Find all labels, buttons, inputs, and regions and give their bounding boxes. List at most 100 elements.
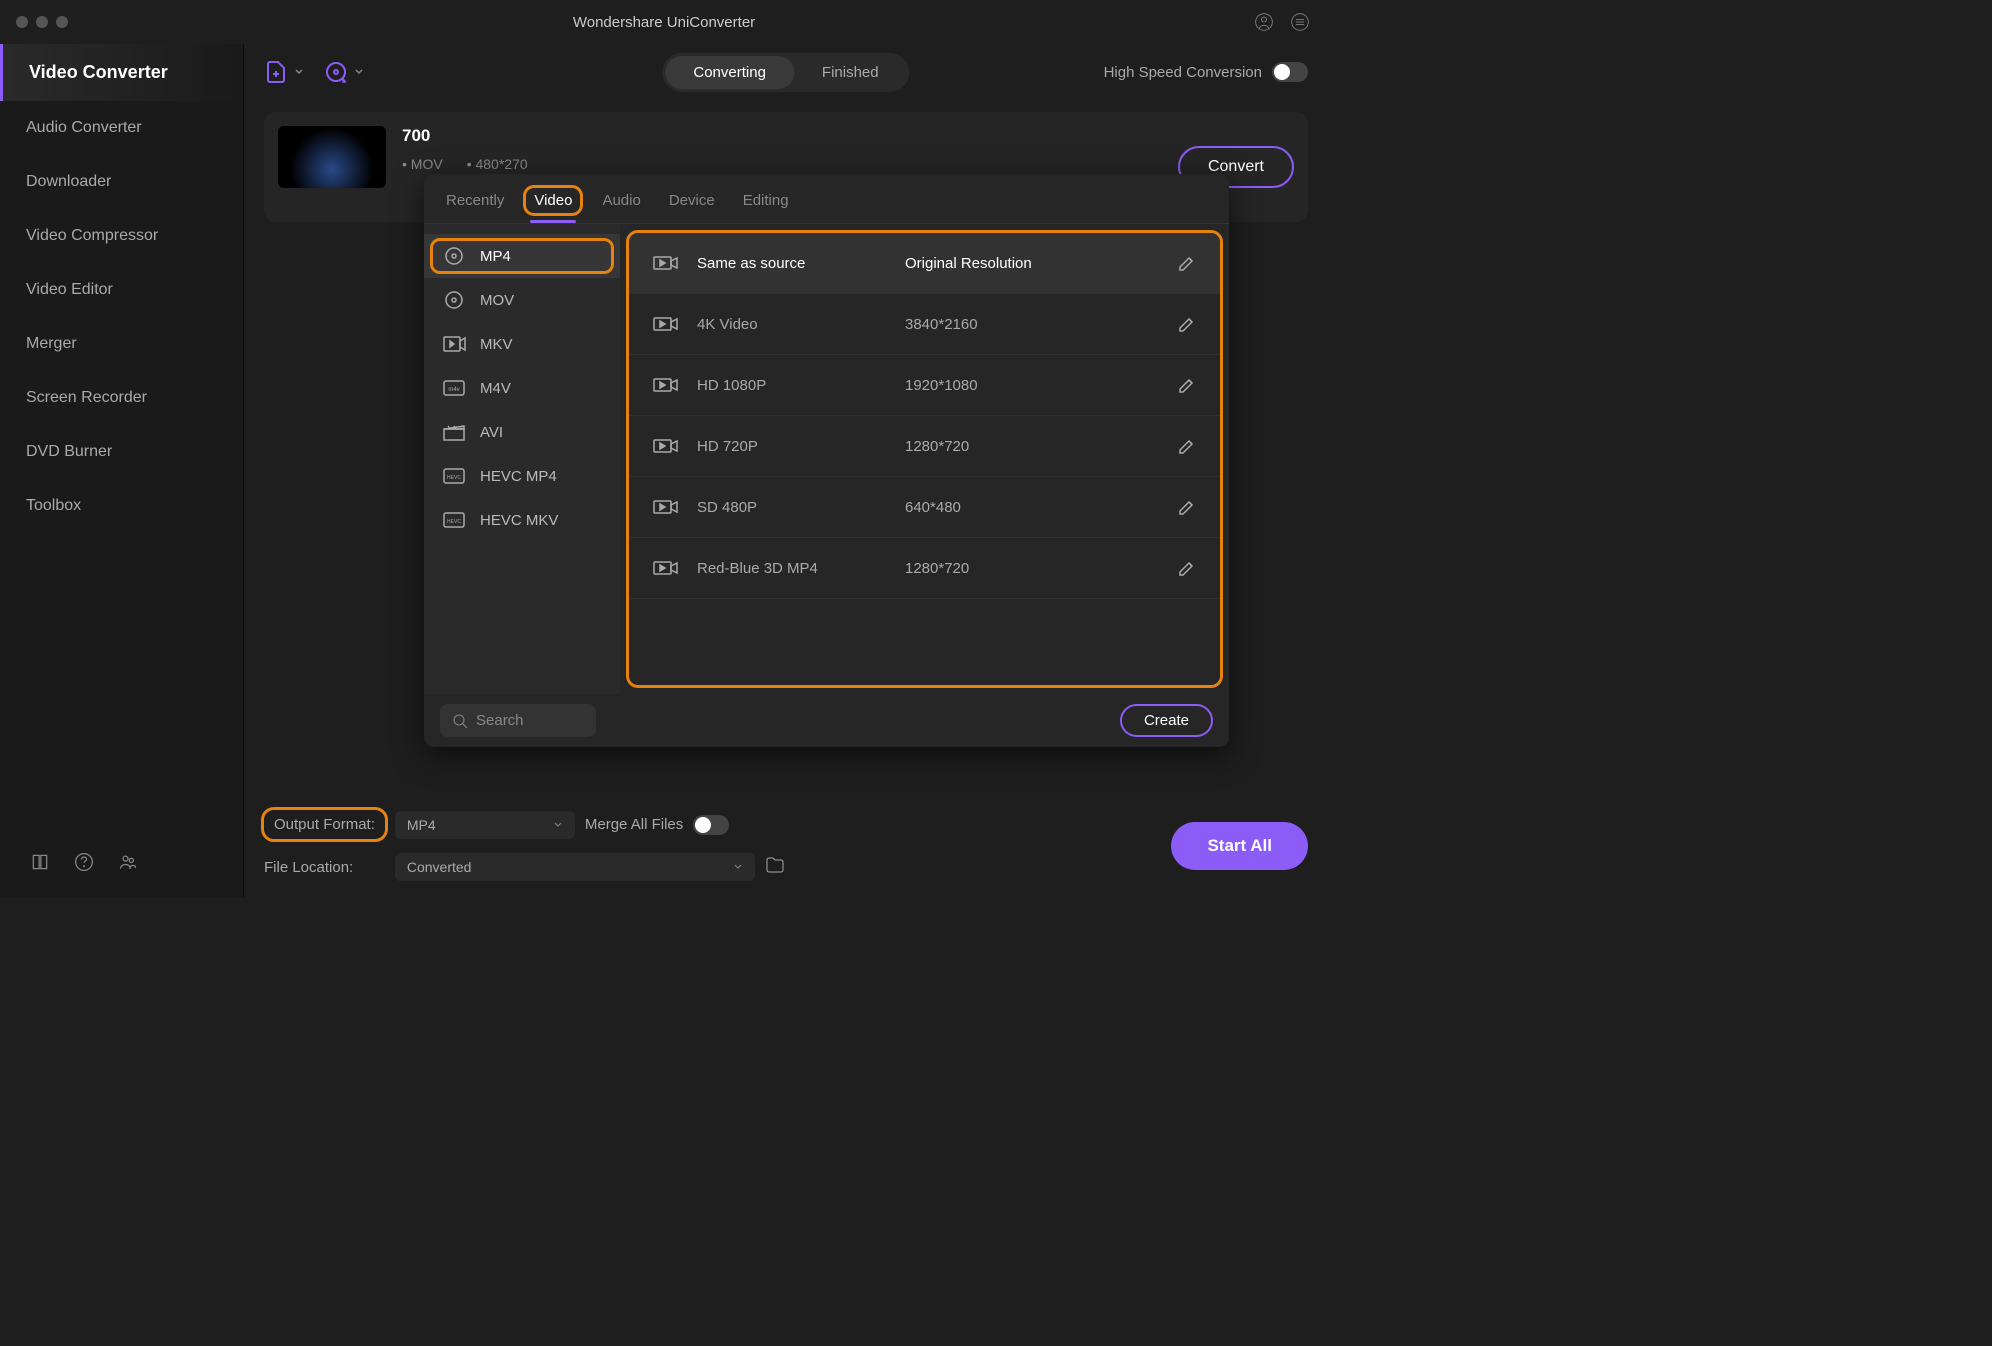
menu-icon[interactable] — [1288, 10, 1312, 34]
edit-icon[interactable] — [1178, 254, 1196, 272]
sidebar-item-merger[interactable]: Merger — [0, 317, 243, 371]
file-name: 700 — [402, 126, 528, 146]
popup-tab-audio[interactable]: Audio — [596, 188, 646, 213]
open-folder-button[interactable] — [765, 855, 785, 880]
camera-icon — [653, 253, 679, 273]
resolution-list: Same as source Original Resolution 4K Vi… — [629, 233, 1220, 685]
camera-icon — [653, 375, 679, 395]
tab-finished[interactable]: Finished — [794, 56, 907, 89]
format-item-mov[interactable]: MOV — [424, 278, 620, 322]
search-icon — [452, 713, 468, 729]
sidebar-item-dvd-burner[interactable]: DVD Burner — [0, 425, 243, 479]
sidebar-item-screen-recorder[interactable]: Screen Recorder — [0, 371, 243, 425]
minimize-window-icon[interactable] — [36, 16, 48, 28]
sidebar-item-label: Audio Converter — [26, 119, 142, 136]
camera-icon — [653, 314, 679, 334]
edit-icon[interactable] — [1178, 437, 1196, 455]
disc-icon — [442, 290, 466, 310]
status-segmented-control: Converting Finished — [662, 53, 909, 92]
hevc-icon: HEVC — [442, 510, 466, 530]
high-speed-toggle[interactable] — [1272, 62, 1308, 82]
add-disc-button[interactable] — [324, 60, 364, 84]
community-icon[interactable] — [118, 852, 138, 877]
add-file-icon — [264, 60, 288, 84]
sidebar-item-video-compressor[interactable]: Video Compressor — [0, 209, 243, 263]
svg-text:m4v: m4v — [448, 387, 459, 393]
format-list: MP4 MOV MKV m4v M4V — [424, 224, 620, 694]
file-format-value: MOV — [402, 156, 443, 172]
chevron-down-icon — [553, 820, 563, 830]
camera-icon — [653, 497, 679, 517]
sidebar-item-label: DVD Burner — [26, 443, 112, 460]
hevc-icon: HEVC — [442, 466, 466, 486]
chevron-down-icon — [294, 67, 304, 77]
high-speed-label: High Speed Conversion — [1104, 64, 1262, 81]
file-location-select[interactable]: Converted — [395, 853, 755, 881]
content-area: Converting Finished High Speed Conversio… — [244, 44, 1328, 897]
format-item-avi[interactable]: AVI — [424, 410, 620, 454]
popup-tab-recently[interactable]: Recently — [440, 188, 510, 213]
help-icon[interactable] — [74, 852, 94, 877]
create-button[interactable]: Create — [1120, 704, 1213, 737]
resolution-item[interactable]: 4K Video 3840*2160 — [629, 294, 1220, 355]
sidebar-item-downloader[interactable]: Downloader — [0, 155, 243, 209]
sidebar-item-video-editor[interactable]: Video Editor — [0, 263, 243, 317]
toolbar: Converting Finished High Speed Conversio… — [244, 44, 1328, 100]
sidebar-item-label: Screen Recorder — [26, 389, 147, 406]
m4v-icon: m4v — [442, 378, 466, 398]
edit-icon[interactable] — [1178, 559, 1196, 577]
app-title: Wondershare UniConverter — [573, 14, 755, 31]
merge-label: Merge All Files — [585, 816, 683, 833]
sidebar: Video Converter Audio Converter Download… — [0, 44, 244, 897]
sidebar-item-label: Video Editor — [26, 281, 113, 298]
camera-icon — [653, 436, 679, 456]
start-all-button[interactable]: Start All — [1171, 822, 1308, 870]
edit-icon[interactable] — [1178, 376, 1196, 394]
output-format-select[interactable]: MP4 — [395, 811, 575, 839]
file-resolution-value: 480*270 — [467, 156, 528, 172]
disc-icon — [324, 60, 348, 84]
format-popup: Recently Video Audio Device Editing MP4 … — [424, 174, 1229, 747]
chevron-down-icon — [354, 67, 364, 77]
resolution-item[interactable]: HD 720P 1280*720 — [629, 416, 1220, 477]
account-icon[interactable] — [1252, 10, 1276, 34]
tab-converting[interactable]: Converting — [665, 56, 794, 89]
sidebar-item-label: Downloader — [26, 173, 111, 190]
popup-tab-video[interactable]: Video — [526, 188, 580, 213]
popup-tab-device[interactable]: Device — [663, 188, 721, 213]
sidebar-item-video-converter[interactable]: Video Converter — [0, 44, 243, 101]
video-thumbnail — [278, 126, 386, 188]
search-input[interactable]: Search — [440, 704, 596, 737]
edit-icon[interactable] — [1178, 498, 1196, 516]
close-window-icon[interactable] — [16, 16, 28, 28]
bottom-bar: Output Format: MP4 Merge All Files Start… — [244, 800, 1328, 897]
edit-icon[interactable] — [1178, 315, 1196, 333]
sidebar-item-label: Video Compressor — [26, 227, 158, 244]
resolution-item[interactable]: Same as source Original Resolution — [629, 233, 1220, 294]
titlebar: Wondershare UniConverter — [0, 0, 1328, 44]
resolution-item[interactable]: HD 1080P 1920*1080 — [629, 355, 1220, 416]
disc-icon — [442, 246, 466, 266]
popup-tab-editing[interactable]: Editing — [737, 188, 795, 213]
chevron-down-icon — [733, 862, 743, 872]
add-file-button[interactable] — [264, 60, 304, 84]
clapper-icon — [442, 422, 466, 442]
format-item-hevc-mp4[interactable]: HEVC HEVC MP4 — [424, 454, 620, 498]
camera-icon — [653, 558, 679, 578]
output-format-label: Output Format: — [264, 810, 385, 839]
file-location-label: File Location: — [264, 859, 385, 876]
resolution-item[interactable]: Red-Blue 3D MP4 1280*720 — [629, 538, 1220, 599]
format-item-mkv[interactable]: MKV — [424, 322, 620, 366]
sidebar-item-audio-converter[interactable]: Audio Converter — [0, 101, 243, 155]
format-item-hevc-mkv[interactable]: HEVC HEVC MKV — [424, 498, 620, 542]
sidebar-item-toolbox[interactable]: Toolbox — [0, 479, 243, 533]
sidebar-item-label: Toolbox — [26, 497, 81, 514]
window-controls — [16, 16, 68, 28]
format-item-mp4[interactable]: MP4 — [424, 234, 620, 278]
maximize-window-icon[interactable] — [56, 16, 68, 28]
format-item-m4v[interactable]: m4v M4V — [424, 366, 620, 410]
sidebar-item-label: Video Converter — [29, 62, 168, 82]
guide-icon[interactable] — [30, 852, 50, 877]
resolution-item[interactable]: SD 480P 640*480 — [629, 477, 1220, 538]
merge-toggle[interactable] — [693, 815, 729, 835]
